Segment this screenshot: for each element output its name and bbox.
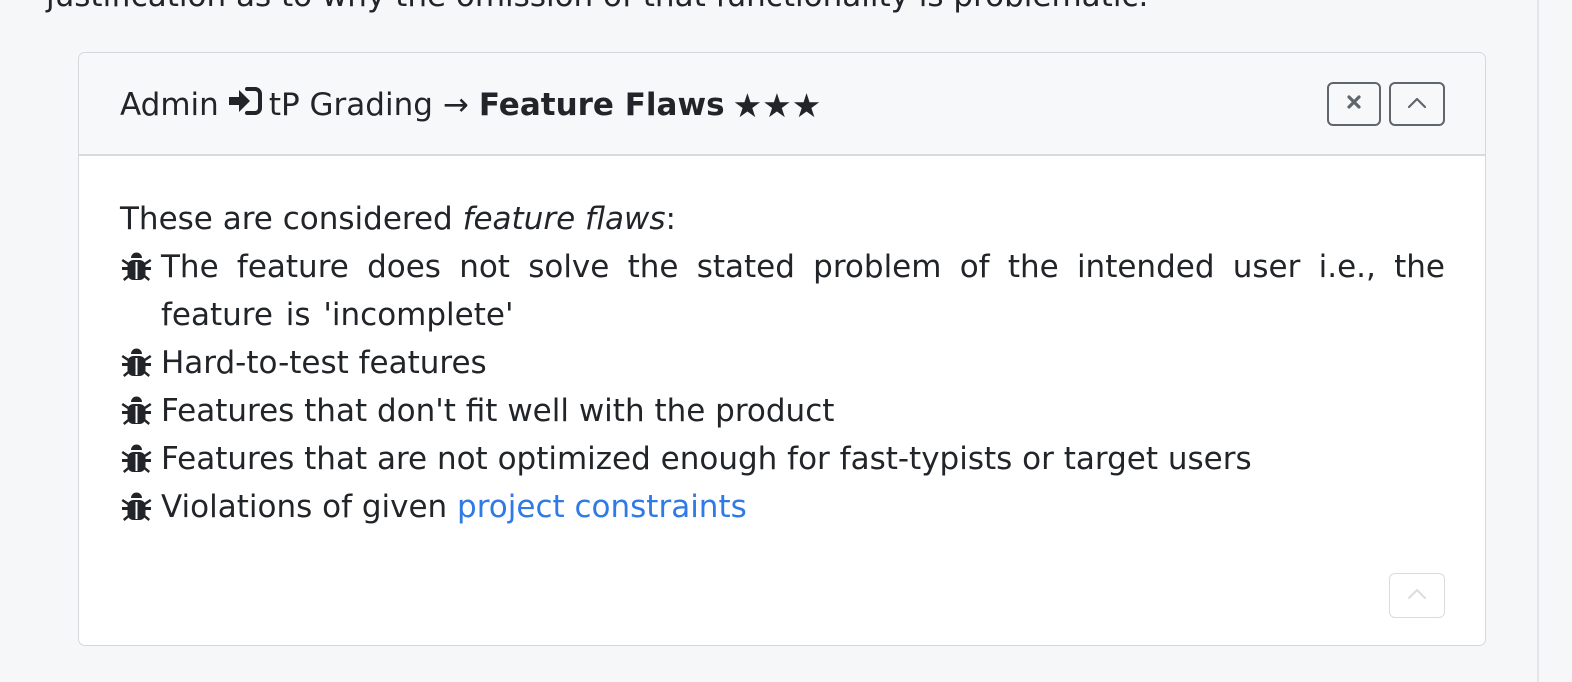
intro-emphasis: feature flaws xyxy=(462,201,666,237)
bug-icon xyxy=(120,483,153,531)
list-item: Features that don't fit well with the pr… xyxy=(120,387,1445,435)
intro-prefix: These are considered xyxy=(120,201,463,237)
list-item-text: Features that don't fit well with the pr… xyxy=(161,393,835,429)
list-item-text: Features that are not optimized enough f… xyxy=(161,441,1252,477)
title-arrow: → xyxy=(442,87,469,123)
close-icon xyxy=(1346,94,1362,114)
bug-icon xyxy=(120,387,153,435)
chevron-up-icon xyxy=(1407,586,1427,605)
bug-icon xyxy=(120,339,153,387)
last-item-prefix: Violations of given xyxy=(161,489,458,525)
intro-suffix: : xyxy=(665,201,676,237)
list-item-text: Violations of given project constraints xyxy=(161,483,1445,531)
panel-body: These are considered feature flaws: The … xyxy=(120,195,1445,531)
list-item: Features that are not optimized enough f… xyxy=(120,435,1445,483)
bug-icon xyxy=(120,243,153,291)
title-admin: Admin xyxy=(120,87,219,123)
list-item-text: Hard-to-test features xyxy=(161,345,487,381)
feature-flaws-panel: Admin tP Grading → Feature Flaws ★★★ The xyxy=(78,52,1486,646)
page-scroll-edge xyxy=(1537,0,1539,682)
bottom-collapse-button[interactable] xyxy=(1389,573,1445,618)
project-constraints-link[interactable]: project constraints xyxy=(457,489,747,525)
list-item-text: The feature does not solve the stated pr… xyxy=(161,249,1445,333)
title-tp-grading: tP Grading xyxy=(268,87,433,123)
preceding-paragraph-text: justification as to why the omission of … xyxy=(46,0,1148,14)
collapse-button[interactable] xyxy=(1389,82,1445,126)
sign-in-icon xyxy=(227,85,263,125)
list-item: The feature does not solve the stated pr… xyxy=(120,243,1445,339)
list-item: Violations of given project constraints xyxy=(120,483,1445,531)
list-item: Hard-to-test features xyxy=(120,339,1445,387)
chevron-up-icon xyxy=(1407,95,1427,114)
importance-stars: ★★★ xyxy=(732,85,822,125)
panel-title: Admin tP Grading → Feature Flaws ★★★ xyxy=(120,85,821,125)
title-feature-flaws: Feature Flaws xyxy=(478,87,725,123)
close-button[interactable] xyxy=(1327,82,1381,126)
bug-icon xyxy=(120,435,153,483)
panel-header[interactable]: Admin tP Grading → Feature Flaws ★★★ xyxy=(79,53,1485,156)
intro-text: These are considered feature flaws: xyxy=(120,195,1445,243)
